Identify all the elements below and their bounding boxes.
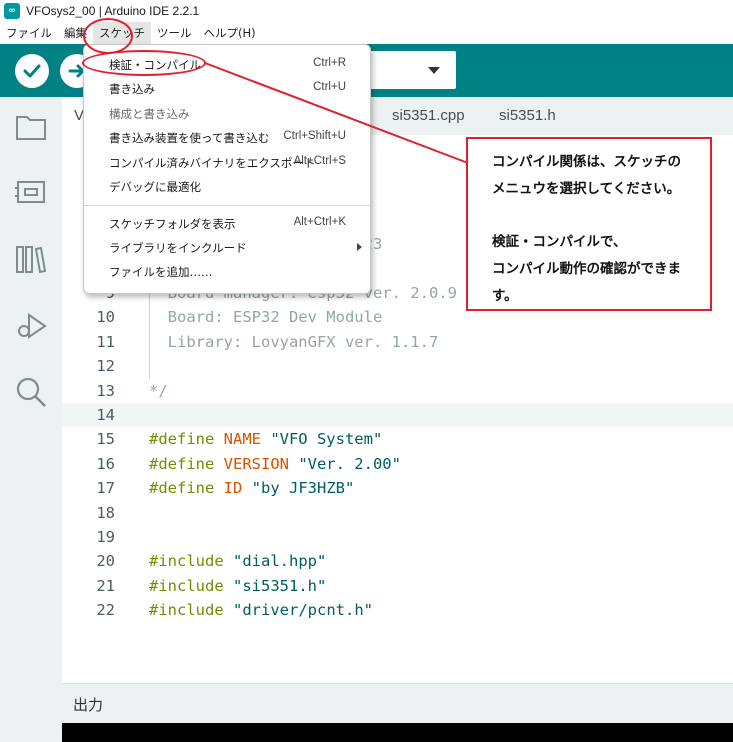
annotation-line-2: メニュウを選択してください。: [492, 181, 681, 197]
annotation-line-3: 検証・コンパイルで、: [492, 234, 627, 250]
annotation-callout: コンパイル関係は、スケッチの メニュウを選択してください。 検証・コンパイルで、…: [466, 137, 712, 311]
annotation-line-1: コンパイル関係は、スケッチの: [492, 154, 681, 170]
annotation-line-5: す。: [492, 288, 518, 304]
annotation-leader-line: [204, 62, 469, 164]
annotation-line-4: コンパイル動作の確認ができま: [492, 261, 681, 277]
